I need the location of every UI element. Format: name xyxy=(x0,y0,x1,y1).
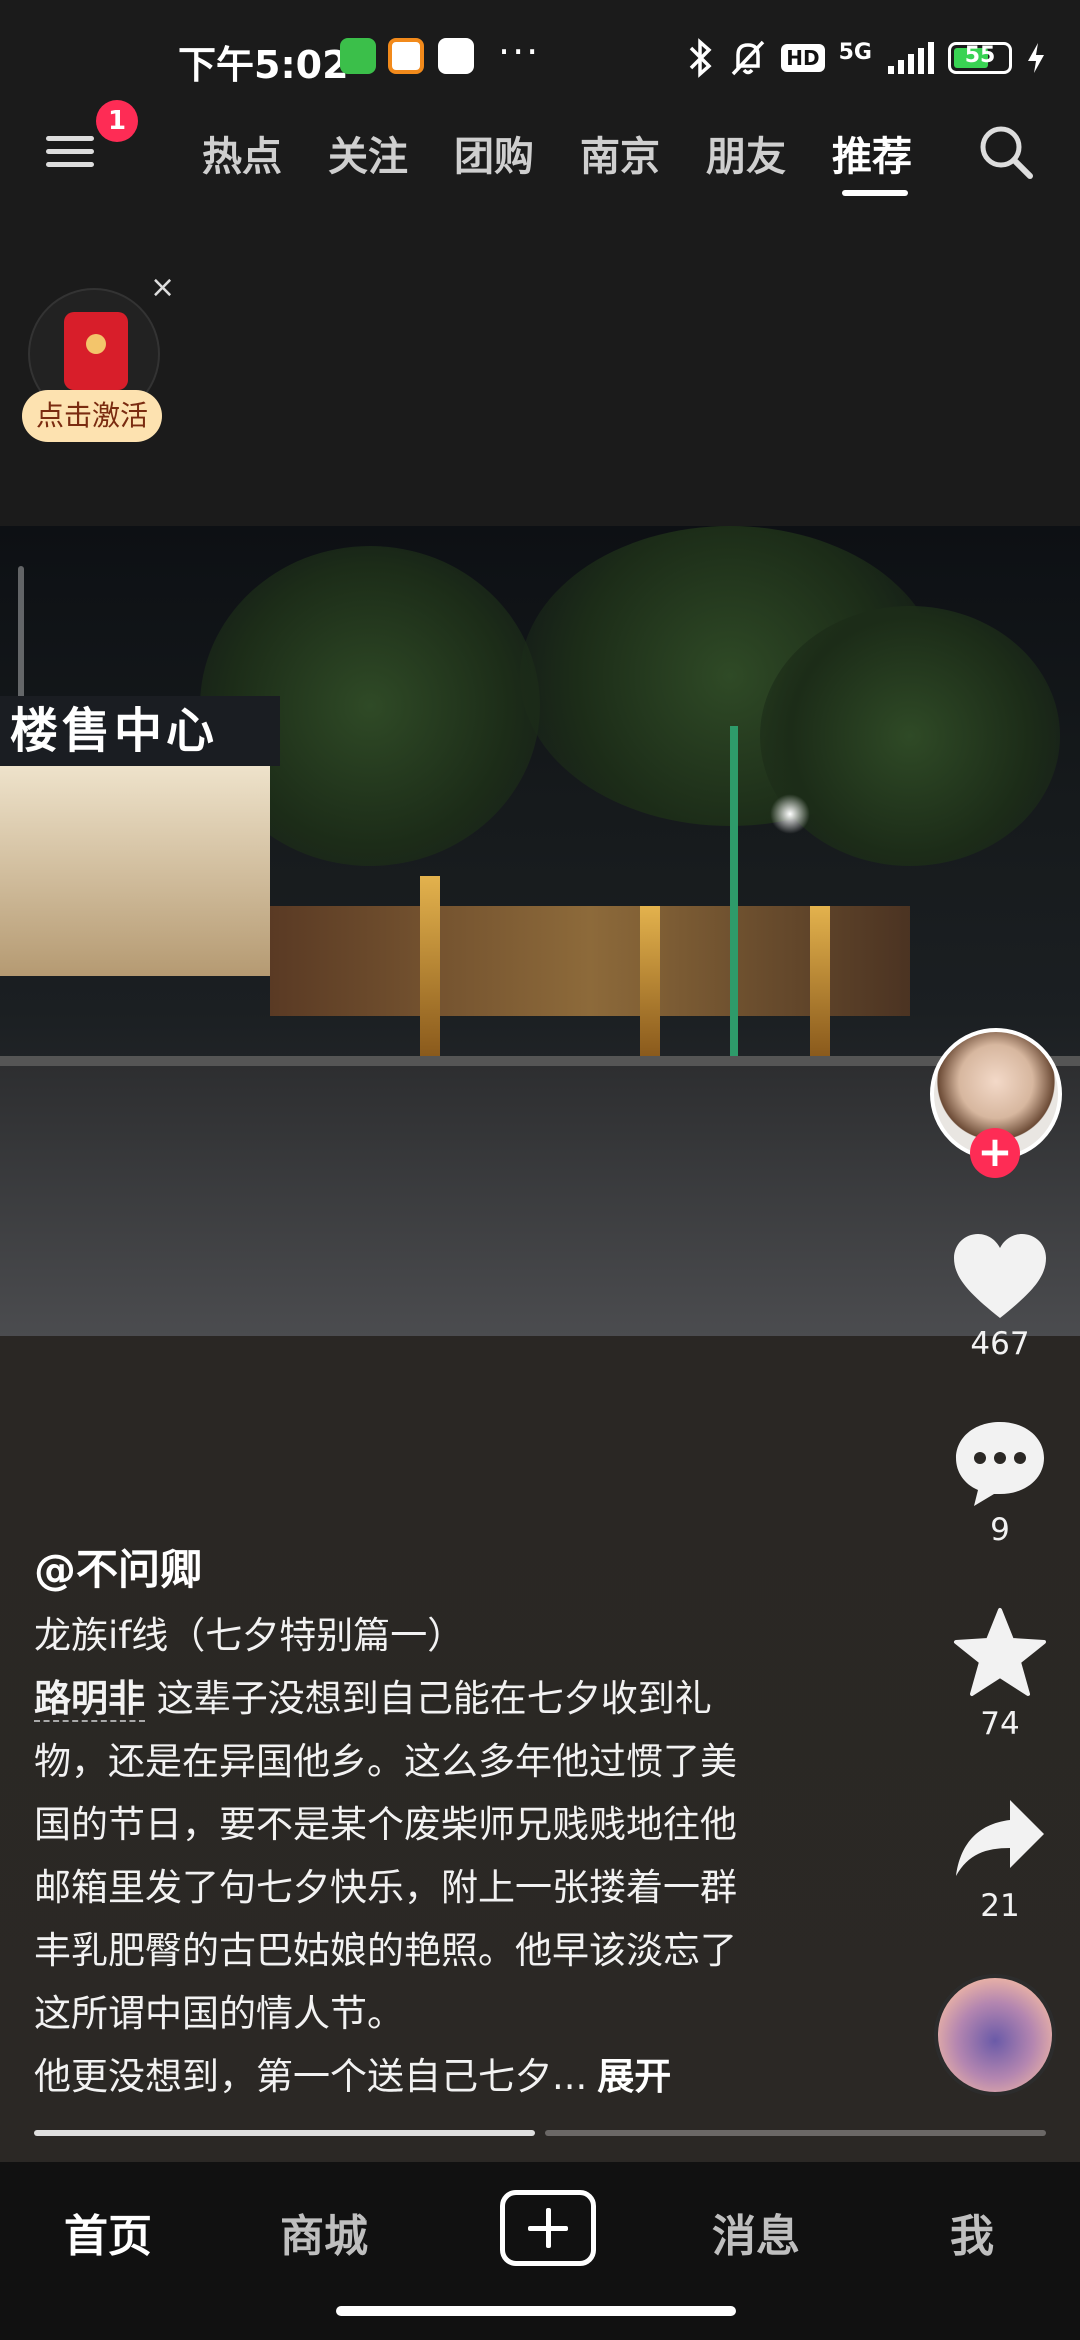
signal-icon xyxy=(888,42,934,74)
network-label: 5G xyxy=(838,39,872,65)
lamp-glow xyxy=(770,794,810,834)
red-packet-label[interactable]: 点击激活 xyxy=(22,390,163,442)
status-right-group: HD 5G 55 xyxy=(687,36,1046,80)
tab-me[interactable]: 我 xyxy=(950,2200,994,2264)
tab-mall[interactable]: 商城 xyxy=(280,2200,368,2264)
red-envelope-icon xyxy=(64,312,128,390)
description-line: 国的节日，要不是某个废柴师兄贱贱地往他 xyxy=(34,1803,737,1846)
tab-hot[interactable]: 热点 xyxy=(202,124,282,182)
follow-button[interactable]: + xyxy=(970,1128,1020,1178)
description-line: 路明非 这辈子没想到自己能在七夕收到礼 xyxy=(34,1667,834,1730)
author-name[interactable]: @不问卿 xyxy=(34,1536,202,1597)
share-arrow-icon[interactable] xyxy=(950,1790,1050,1886)
search-icon[interactable] xyxy=(976,122,1036,182)
charging-icon xyxy=(1028,43,1044,73)
comment-icon[interactable] xyxy=(950,1414,1050,1510)
tab-home[interactable]: 首页 xyxy=(64,2200,152,2264)
active-tab-indicator xyxy=(842,190,908,196)
menu-icon[interactable] xyxy=(46,128,94,172)
red-packet-close-icon[interactable]: × xyxy=(150,270,175,305)
progress-segment xyxy=(545,2130,1046,2136)
progress-segment xyxy=(34,2130,535,2136)
home-indicator xyxy=(336,2306,736,2316)
create-post-button[interactable] xyxy=(500,2190,596,2266)
music-disc[interactable] xyxy=(934,1974,1056,2096)
hd-icon: HD xyxy=(781,44,825,72)
wechat-app-icon xyxy=(340,38,376,74)
tab-nanjing[interactable]: 南京 xyxy=(580,124,660,182)
lit-tree-trunk xyxy=(810,906,830,1056)
favorite-count: 74 xyxy=(980,1706,1020,1742)
video-player[interactable]: 楼售中心 xyxy=(0,526,1080,1336)
lit-tree-trunk xyxy=(420,876,440,1056)
tab-friends[interactable]: 朋友 xyxy=(706,124,786,182)
description-text: 他更没想到，第一个送自己七夕... xyxy=(34,2055,588,2098)
status-time: 下午5:02 xyxy=(178,43,349,87)
description-line: 物，还是在异国他乡。这么多年他过惯了美 xyxy=(34,1740,737,1783)
battery-level: 55 xyxy=(964,43,996,68)
comment-count: 9 xyxy=(990,1512,1010,1548)
more-notifications-icon: ··· xyxy=(498,30,541,74)
bluetooth-icon xyxy=(690,38,712,78)
video-progress[interactable] xyxy=(34,2130,1046,2136)
video-description[interactable]: 龙族if线（七夕特别篇一） 路明非 这辈子没想到自己能在七夕收到礼 物，还是在异… xyxy=(34,1604,834,2108)
expand-button[interactable]: 展开 xyxy=(597,2055,671,2098)
store-sign: 楼售中心 xyxy=(0,696,280,766)
favorite-star-icon[interactable] xyxy=(950,1606,1050,1702)
tab-messages[interactable]: 消息 xyxy=(712,2200,800,2264)
status-bar: 下午5:02 ··· HD 5G 55 xyxy=(0,0,1080,116)
baidu-app-icon xyxy=(438,38,474,74)
like-count: 467 xyxy=(970,1326,1030,1362)
description-title: 龙族if线（七夕特别篇一） xyxy=(34,1614,465,1657)
tab-group-buy[interactable]: 团购 xyxy=(454,124,534,182)
description-line: 他更没想到，第一个送自己七夕... 展开 xyxy=(34,2045,834,2108)
tab-recommend[interactable]: 推荐 xyxy=(832,124,912,182)
bell-muted-icon xyxy=(732,40,765,76)
share-count: 21 xyxy=(980,1888,1020,1924)
description-line: 丰乳肥臀的古巴姑娘的艳照。他早该淡忘了 xyxy=(34,1929,737,1972)
description-text: 这辈子没想到自己能在七夕收到礼 xyxy=(145,1677,712,1720)
battery-icon: 55 xyxy=(948,42,1012,74)
description-line: 邮箱里发了句七夕快乐，附上一张搂着一群 xyxy=(34,1866,737,1909)
notification-badge: 1 xyxy=(96,100,138,142)
like-heart-icon[interactable] xyxy=(950,1230,1050,1326)
58-app-icon xyxy=(388,38,424,74)
lit-tree-trunk xyxy=(640,906,660,1056)
storefront xyxy=(0,756,270,976)
road xyxy=(0,1066,1080,1336)
street-lamp xyxy=(730,726,738,1076)
tab-following[interactable]: 关注 xyxy=(328,124,408,182)
mention-link[interactable]: 路明非 xyxy=(34,1677,145,1722)
description-line: 这所谓中国的情人节。 xyxy=(34,1992,404,2035)
